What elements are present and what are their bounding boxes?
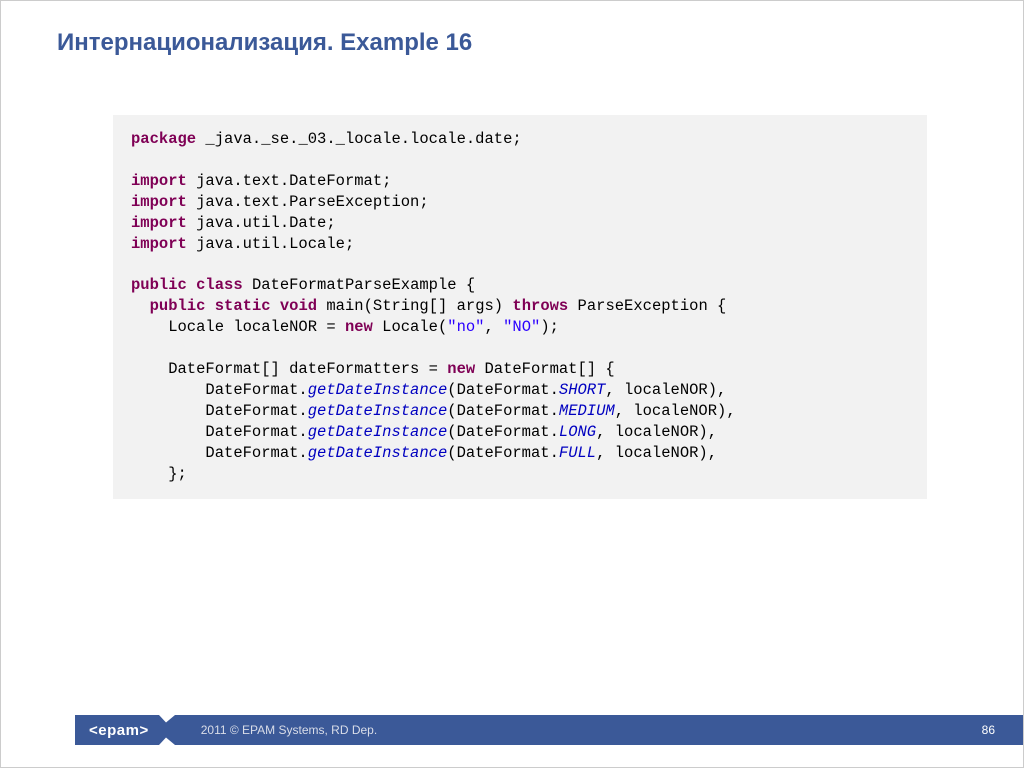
kw-package: package: [131, 130, 196, 148]
footer-left: [1, 715, 75, 745]
getdate-call: getDateInstance: [308, 444, 448, 462]
locale-line-b: Locale(: [373, 318, 447, 336]
getdate-pre: DateFormat.: [131, 423, 308, 441]
main-sig-a: main(String[] args): [317, 297, 512, 315]
import-4: java.util.Locale;: [187, 235, 354, 253]
kw-new: new: [447, 360, 475, 378]
footer-bar: 2011 © EPAM Systems, RD Dep. 86: [175, 715, 1023, 745]
kw-class: class: [196, 276, 243, 294]
df-line-a: DateFormat[] dateFormatters =: [131, 360, 447, 378]
slide: Интернационализация. Example 16 package …: [0, 0, 1024, 768]
getdate-pre: DateFormat.: [131, 381, 308, 399]
page-number: 86: [982, 723, 995, 737]
kw-public: public: [150, 297, 206, 315]
locale-line-c: );: [540, 318, 559, 336]
comma: ,: [484, 318, 503, 336]
const-full: FULL: [559, 444, 596, 462]
indent: [131, 297, 150, 315]
footer: <epam> 2011 © EPAM Systems, RD Dep. 86: [1, 715, 1023, 745]
epam-logo: <epam>: [75, 715, 159, 745]
getdate-mid: (DateFormat.: [447, 423, 559, 441]
main-sig-b: ParseException {: [568, 297, 726, 315]
kw-import: import: [131, 235, 187, 253]
getdate-suf: , localeNOR),: [596, 444, 717, 462]
kw-void: void: [280, 297, 317, 315]
str-NO: "NO": [503, 318, 540, 336]
kw-import: import: [131, 172, 187, 190]
const-medium: MEDIUM: [559, 402, 615, 420]
kw-throws: throws: [512, 297, 568, 315]
import-3: java.util.Date;: [187, 214, 336, 232]
df-line-b: DateFormat[] {: [475, 360, 615, 378]
logo-text: <epam>: [89, 722, 149, 739]
kw-new: new: [345, 318, 373, 336]
getdate-mid: (DateFormat.: [447, 402, 559, 420]
getdate-pre: DateFormat.: [131, 402, 308, 420]
getdate-suf: , localeNOR),: [615, 402, 736, 420]
kw-public: public: [131, 276, 187, 294]
getdate-call: getDateInstance: [308, 381, 448, 399]
getdate-call: getDateInstance: [308, 402, 448, 420]
getdate-call: getDateInstance: [308, 423, 448, 441]
getdate-pre: DateFormat.: [131, 444, 308, 462]
str-no: "no": [447, 318, 484, 336]
close-arr: };: [131, 465, 187, 483]
const-long: LONG: [559, 423, 596, 441]
getdate-mid: (DateFormat.: [447, 381, 559, 399]
getdate-suf: , localeNOR),: [596, 423, 717, 441]
import-2: java.text.ParseException;: [187, 193, 429, 211]
getdate-suf: , localeNOR),: [605, 381, 726, 399]
const-short: SHORT: [559, 381, 606, 399]
classname: DateFormatParseExample {: [243, 276, 476, 294]
package-path: _java._se._03._locale.locale.date;: [196, 130, 522, 148]
getdate-mid: (DateFormat.: [447, 444, 559, 462]
locale-line-a: Locale localeNOR =: [131, 318, 345, 336]
import-1: java.text.DateFormat;: [187, 172, 392, 190]
code-block: package _java._se._03._locale.locale.dat…: [113, 115, 927, 499]
slide-title: Интернационализация. Example 16: [1, 1, 1023, 57]
kw-import: import: [131, 193, 187, 211]
copyright-text: 2011 © EPAM Systems, RD Dep.: [201, 723, 377, 737]
kw-static: static: [215, 297, 271, 315]
kw-import: import: [131, 214, 187, 232]
